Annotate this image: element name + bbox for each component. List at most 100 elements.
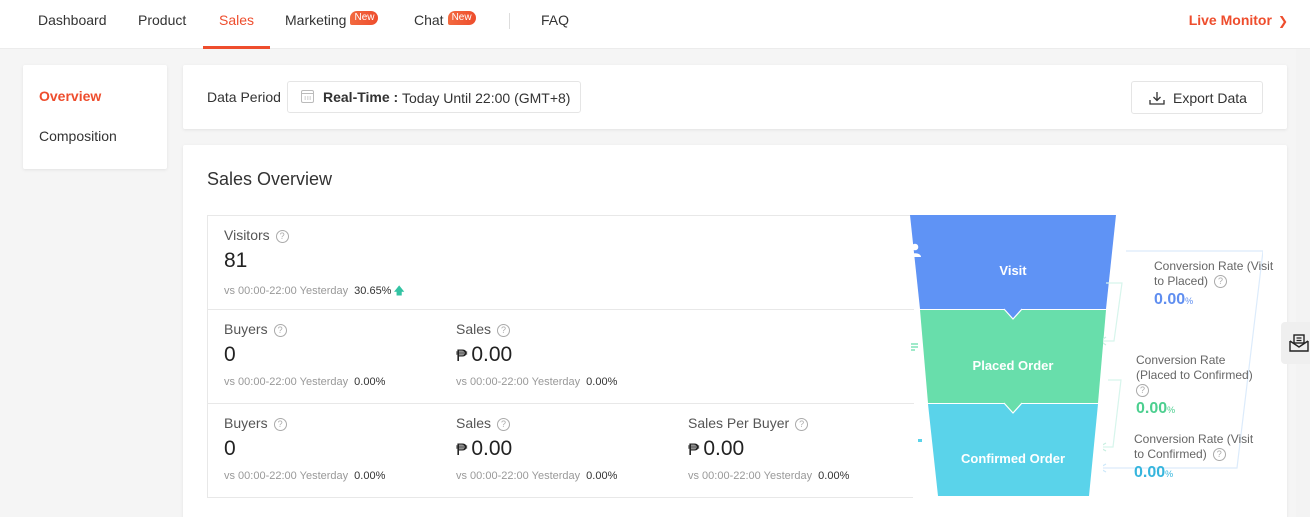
compare-text: vs 00:00-22:00 Yesterday xyxy=(224,470,349,482)
metric-label-text: Visitors xyxy=(224,227,270,243)
funnel-label-placed-order: Placed Order xyxy=(972,358,1054,373)
data-period-picker[interactable]: Real-Time : Today Until 22:00 (GMT+8) xyxy=(287,81,581,113)
tab-label: FAQ xyxy=(541,12,570,28)
conversion-unit: % xyxy=(1185,296,1194,306)
compare-text: vs 00:00-22:00 Yesterday xyxy=(688,470,813,482)
new-badge: New xyxy=(350,11,379,25)
sidebar-item-overview[interactable]: Overview xyxy=(39,88,101,104)
metric-buyers: Buyers? 0 vs 00:00-22:00 Yesterday 0.00% xyxy=(224,404,454,498)
help-icon[interactable]: ? xyxy=(273,418,287,431)
metric-row-visit: Visitors? 81 vs 00:00-22:00 Yesterday 30.… xyxy=(208,216,914,310)
conversion-visit-to-placed: Conversion Rate (Visit to Placed)? 0.00% xyxy=(1154,259,1274,309)
metric-value: ₱ 0.00 xyxy=(688,437,744,461)
tab-label: Sales xyxy=(219,12,255,28)
compare-text: vs 00:00-22:00 Yesterday xyxy=(456,376,581,388)
metric-label-text: Sales xyxy=(456,321,492,337)
page-scrollbar[interactable] xyxy=(1296,49,1310,517)
metric-compare: vs 00:00-22:00 Yesterday 30.65% 🡅 xyxy=(224,282,405,301)
compare-pct: 0.00% xyxy=(818,470,850,482)
data-period-label: Data Period xyxy=(207,89,281,105)
metric-label-text: Sales xyxy=(456,415,492,431)
metric-compare: vs 00:00-22:00 Yesterday 0.00% xyxy=(456,470,617,482)
metric-row-placed: Buyers? 0 vs 00:00-22:00 Yesterday 0.00% … xyxy=(208,310,914,404)
metric-label: Sales? xyxy=(456,415,511,431)
calendar-icon xyxy=(301,90,314,103)
period-type: Real-Time : xyxy=(323,89,399,105)
funnel-stage-confirmed-order xyxy=(928,404,1098,496)
metric-label: Buyers? xyxy=(224,321,287,337)
sidebar-item-composition[interactable]: Composition xyxy=(39,128,117,144)
help-icon[interactable]: ? xyxy=(273,324,287,337)
conversion-value-text: 0.00 xyxy=(1134,464,1166,481)
export-data-button[interactable]: Export Data xyxy=(1131,81,1263,114)
metric-label-text: Buyers xyxy=(224,415,268,431)
connector-visit-placed xyxy=(1103,282,1123,342)
period-value: Today Until 22:00 (GMT+8) xyxy=(402,90,571,106)
metric-label: Buyers? xyxy=(224,415,287,431)
conversion-visit-to-confirmed: Conversion Rate (Visit to Confirmed)? 0.… xyxy=(1134,432,1259,482)
top-navigation: Dashboard Product Sales Marketing New Cha… xyxy=(0,0,1310,49)
metrics-table: Visitors? 81 vs 00:00-22:00 Yesterday 30.… xyxy=(207,215,914,498)
metric-sales-per-buyer: Sales Per Buyer? ₱ 0.00 vs 00:00-22:00 Ye… xyxy=(688,404,918,498)
metric-label: Sales? xyxy=(456,321,511,337)
tab-label: Chat xyxy=(414,12,444,28)
funnel-label-confirmed-order: Confirmed Order xyxy=(960,451,1065,466)
arrow-up-icon: 🡅 xyxy=(393,285,405,297)
conversion-unit: % xyxy=(1165,469,1174,479)
tab-faq[interactable]: FAQ xyxy=(541,0,569,48)
funnel-stage-placed-order xyxy=(920,310,1106,403)
help-icon[interactable]: ? xyxy=(275,230,289,243)
conversion-value-text: 0.00 xyxy=(1154,291,1186,308)
compare-pct: 0.00% xyxy=(586,470,618,482)
nav-divider xyxy=(509,13,510,29)
chevron-right-icon: ❯ xyxy=(1277,14,1288,28)
conversion-value: 0.00% xyxy=(1134,465,1259,482)
tab-label: Marketing xyxy=(285,12,347,28)
value-text: 0.00 xyxy=(471,343,513,366)
metric-visitors: Visitors? 81 vs 00:00-22:00 Yesterday 30.… xyxy=(224,216,454,310)
help-icon[interactable]: ? xyxy=(1136,384,1149,397)
help-icon[interactable]: ? xyxy=(795,418,809,431)
tab-label: Dashboard xyxy=(38,12,107,28)
export-data-label: Export Data xyxy=(1173,90,1247,106)
metric-compare: vs 00:00-22:00 Yesterday 0.00% xyxy=(224,376,385,388)
live-monitor-link[interactable]: Live Monitor ❯ xyxy=(1189,0,1288,41)
metric-label: Visitors? xyxy=(224,227,289,243)
floating-message-button[interactable] xyxy=(1281,322,1310,364)
help-icon[interactable]: ? xyxy=(497,324,511,337)
help-icon[interactable]: ? xyxy=(1214,275,1228,288)
tab-marketing[interactable]: Marketing New xyxy=(285,0,379,48)
value-text: 0.00 xyxy=(703,437,745,460)
sales-funnel: Visit Placed Order Confirmed Order xyxy=(908,215,1118,497)
currency-symbol: ₱ xyxy=(456,440,468,459)
tab-dashboard[interactable]: Dashboard xyxy=(38,0,107,48)
tab-sales[interactable]: Sales xyxy=(202,0,271,49)
tab-label: Product xyxy=(138,12,187,28)
live-monitor-label: Live Monitor xyxy=(1188,12,1272,28)
funnel-label-visit: Visit xyxy=(999,263,1027,278)
conversion-value-text: 0.00 xyxy=(1136,400,1168,417)
help-icon[interactable]: ? xyxy=(497,418,511,431)
tab-chat[interactable]: Chat New xyxy=(414,0,476,48)
metric-value: 0 xyxy=(224,343,236,366)
metric-value: ₱ 0.00 xyxy=(456,343,512,367)
compare-text: vs 00:00-22:00 Yesterday xyxy=(456,470,581,482)
metric-compare: vs 00:00-22:00 Yesterday 0.00% xyxy=(224,470,385,482)
conversion-placed-to-confirmed: Conversion Rate (Placed to Confirmed)? 0… xyxy=(1136,353,1261,418)
compare-pct: 0.00% xyxy=(354,376,386,388)
metric-label-text: Buyers xyxy=(224,321,268,337)
metric-buyers: Buyers? 0 vs 00:00-22:00 Yesterday 0.00% xyxy=(224,310,454,404)
help-icon[interactable]: ? xyxy=(1212,448,1226,461)
tab-product[interactable]: Product xyxy=(138,0,186,48)
sidebar: Overview Composition xyxy=(23,65,167,169)
new-badge: New xyxy=(447,11,476,25)
metric-value: ₱ 0.00 xyxy=(456,437,512,461)
currency-symbol: ₱ xyxy=(456,346,468,365)
sales-overview-card: Sales Overview Visitors? 81 vs 00:00-22:… xyxy=(183,145,1287,517)
metric-compare: vs 00:00-22:00 Yesterday 0.00% xyxy=(688,470,849,482)
conversion-value: 0.00% xyxy=(1154,292,1274,309)
data-period-card: Data Period Real-Time : Today Until 22:0… xyxy=(183,65,1287,129)
mail-open-icon xyxy=(1289,334,1309,352)
metric-value: 81 xyxy=(224,249,248,272)
value-text: 0.00 xyxy=(471,437,513,460)
